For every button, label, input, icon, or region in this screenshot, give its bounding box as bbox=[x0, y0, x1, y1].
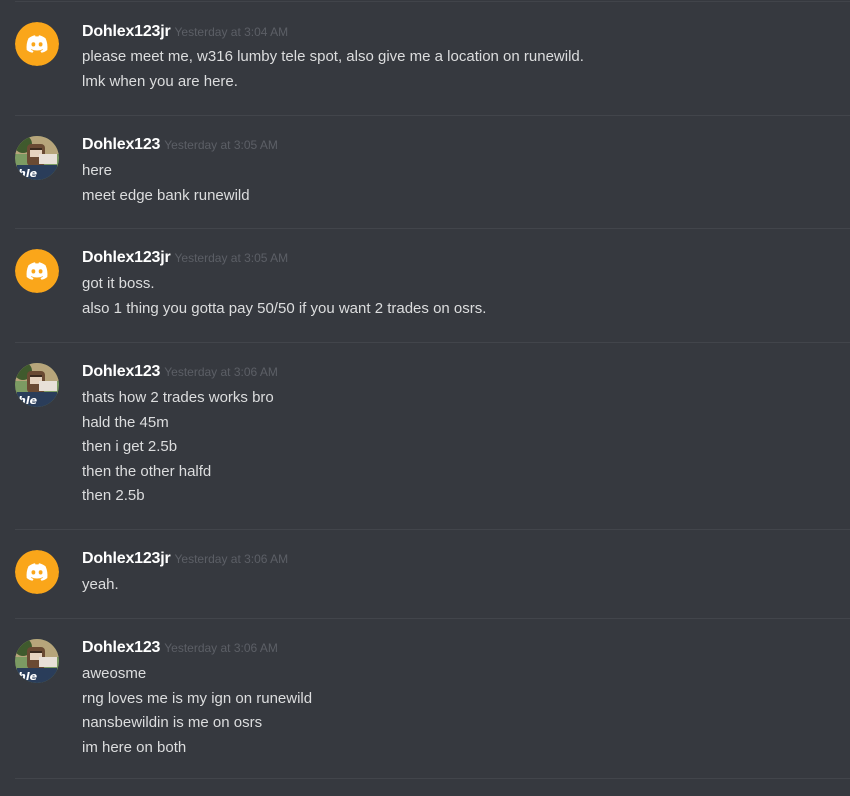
message-line: nansbewildin is me on osrs bbox=[82, 714, 263, 731]
message-line: yeah. bbox=[82, 576, 119, 593]
message-header: Dohlex123 Yesterday at 3:05 AM bbox=[82, 136, 278, 154]
user-photo-avatar[interactable]: hle bbox=[15, 363, 59, 407]
message-line: please meet me, w316 lumby tele spot, al… bbox=[82, 48, 584, 65]
message-line: then i get 2.5b bbox=[82, 438, 178, 455]
message-header: Dohlex123 Yesterday at 3:06 AM bbox=[82, 639, 278, 657]
user-photo-avatar[interactable]: hle bbox=[15, 136, 59, 180]
svg-text:hle: hle bbox=[18, 167, 38, 180]
message-group: hle Dohlex123 Yesterday at 3:05 AM here m… bbox=[0, 116, 850, 229]
message-line: meet edge bank runewild bbox=[82, 186, 250, 204]
user-photo-avatar[interactable]: hle bbox=[15, 639, 59, 683]
message-divider bbox=[15, 778, 850, 779]
message-line: thats how 2 trades works bro bbox=[82, 389, 274, 406]
timestamp: Yesterday at 3:06 AM bbox=[174, 552, 289, 566]
discord-logo-icon[interactable] bbox=[15, 249, 59, 293]
svg-text:hle: hle bbox=[18, 394, 38, 407]
svg-text:hle: hle bbox=[18, 670, 38, 683]
message-line: here bbox=[82, 162, 113, 179]
message-line: lmk when you are here. bbox=[82, 72, 238, 90]
timestamp: Yesterday at 3:06 AM bbox=[164, 365, 278, 379]
message-content: here meet edge bank runewild bbox=[82, 159, 250, 208]
timestamp: Yesterday at 3:05 AM bbox=[174, 251, 289, 265]
chat-message-list[interactable]: Dohlex123jr Yesterday at 3:04 AM please m… bbox=[0, 0, 850, 796]
message-header: Dohlex123jr Yesterday at 3:06 AM bbox=[82, 550, 288, 568]
username[interactable]: Dohlex123 bbox=[82, 136, 160, 153]
message-line: hald the 45m bbox=[82, 413, 169, 431]
message-content: yeah. bbox=[82, 573, 119, 598]
message-line: got it boss. bbox=[82, 275, 155, 292]
message-group: Dohlex123jr Yesterday at 3:05 AM got it b… bbox=[0, 229, 850, 343]
message-line: im here on both bbox=[82, 738, 187, 756]
message-header: Dohlex123 Yesterday at 3:06 AM bbox=[82, 363, 278, 381]
message-group: hle Dohlex123 Yesterday at 3:06 AM aweosm… bbox=[0, 619, 850, 779]
message-content: got it boss. also 1 thing you gotta pay … bbox=[82, 272, 486, 321]
message-header: Dohlex123jr Yesterday at 3:05 AM bbox=[82, 249, 288, 267]
username[interactable]: Dohlex123 bbox=[82, 639, 160, 656]
timestamp: Yesterday at 3:05 AM bbox=[164, 138, 278, 152]
message-line: rng loves me is my ign on runewild bbox=[82, 689, 313, 707]
message-group: Dohlex123jr Yesterday at 3:06 AM yeah. bbox=[0, 530, 850, 619]
username[interactable]: Dohlex123jr bbox=[82, 550, 171, 567]
message-line: then the other halfd bbox=[82, 462, 212, 480]
message-line: then 2.5b bbox=[82, 487, 145, 504]
message-content: aweosme rng loves me is my ign on runewi… bbox=[82, 662, 312, 760]
message-content: thats how 2 trades works bro hald the 45… bbox=[82, 386, 274, 509]
username[interactable]: Dohlex123 bbox=[82, 363, 160, 380]
username[interactable]: Dohlex123jr bbox=[82, 23, 171, 40]
message-content: please meet me, w316 lumby tele spot, al… bbox=[82, 45, 584, 94]
message-line: aweosme bbox=[82, 665, 147, 682]
timestamp: Yesterday at 3:04 AM bbox=[174, 25, 289, 39]
discord-logo-icon[interactable] bbox=[15, 550, 59, 594]
message-header: Dohlex123jr Yesterday at 3:04 AM bbox=[82, 23, 288, 41]
message-group: Dohlex123jr Yesterday at 3:04 AM please m… bbox=[0, 0, 850, 116]
discord-logo-icon[interactable] bbox=[15, 22, 59, 66]
timestamp: Yesterday at 3:06 AM bbox=[164, 641, 278, 655]
username[interactable]: Dohlex123jr bbox=[82, 249, 171, 266]
message-group: hle Dohlex123 Yesterday at 3:06 AM thats … bbox=[0, 343, 850, 530]
message-line: also 1 thing you gotta pay 50/50 if you … bbox=[82, 299, 487, 317]
